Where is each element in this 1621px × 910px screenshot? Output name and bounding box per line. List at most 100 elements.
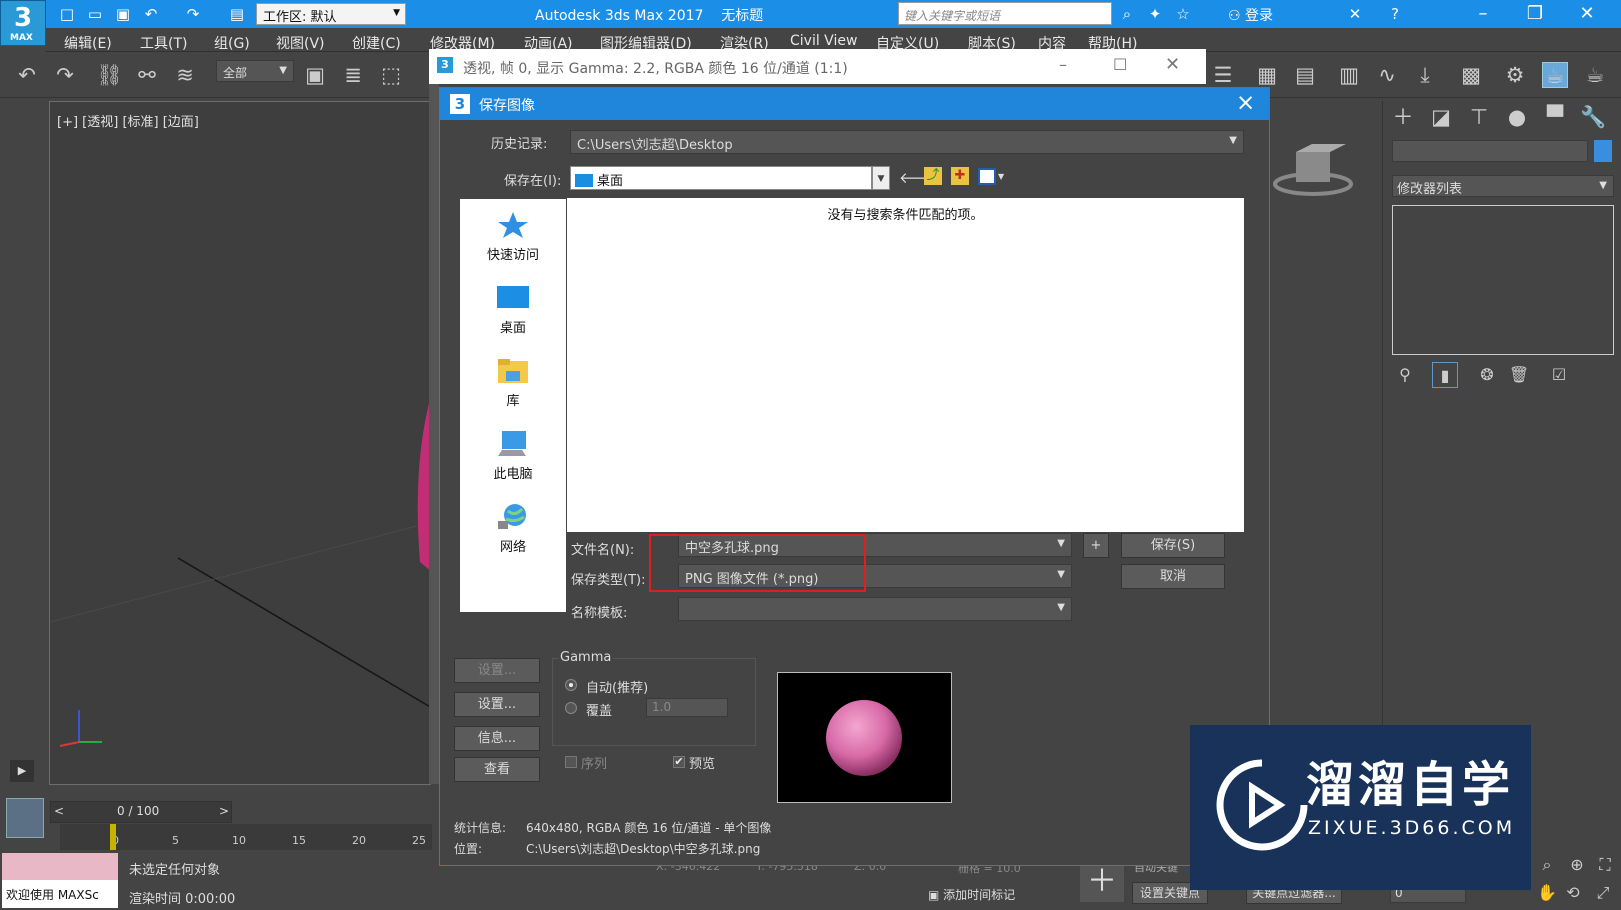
undo-icon[interactable]: ↶ — [14, 62, 40, 88]
redo-icon[interactable]: ↷ — [184, 5, 202, 23]
viewport-label[interactable]: [+] [透视] [标准] [边面] — [57, 111, 199, 130]
rendered-frame-icon[interactable]: ⚙ — [1502, 62, 1528, 88]
time-slider[interactable]: < 0 / 100 > — [50, 801, 232, 823]
menu-item[interactable]: 工具(T) — [140, 33, 187, 53]
play-button[interactable]: ▶ — [10, 760, 34, 782]
new-folder-icon[interactable]: ✚ — [951, 167, 969, 185]
render-setup-icon[interactable]: ▩ — [1458, 62, 1484, 88]
zoom-icon[interactable]: ⌕ — [1534, 852, 1560, 878]
select-by-name-icon[interactable]: ≣ — [340, 62, 366, 88]
restore-icon[interactable]: ❐ — [1518, 3, 1552, 24]
time-cursor[interactable] — [110, 824, 116, 850]
pan-view-icon[interactable]: ✋ — [1534, 880, 1560, 906]
add-suffix-button[interactable]: + — [1083, 533, 1109, 558]
save-file-icon[interactable]: ▣ — [114, 5, 132, 23]
new-file-icon[interactable]: □ — [58, 5, 76, 23]
project-icon[interactable]: ▤ — [228, 5, 246, 23]
scene-explorer-icon[interactable]: ☰ — [1210, 62, 1236, 88]
bind-space-warp-icon[interactable]: ≋ — [172, 62, 198, 88]
minimize-icon[interactable]: – — [1466, 3, 1500, 24]
setup-disabled-button[interactable]: 设置... — [454, 658, 540, 683]
close-icon[interactable]: ✕ — [1165, 54, 1180, 75]
open-file-icon[interactable]: ▭ — [86, 5, 104, 23]
info-button[interactable]: 信息... — [454, 726, 540, 751]
prev-frame-icon[interactable]: < — [54, 804, 64, 818]
cancel-button[interactable]: 取消 — [1121, 564, 1225, 589]
maxscript-listener[interactable] — [2, 853, 118, 881]
gamma-auto-radio[interactable] — [565, 679, 577, 691]
place-network[interactable]: 网络 — [460, 503, 566, 555]
up-folder-icon[interactable]: ⤴ — [924, 167, 942, 185]
view-button[interactable]: 查看 — [454, 757, 540, 782]
zoom-all-icon[interactable]: ⊕ — [1564, 852, 1590, 878]
orbit-icon[interactable]: ⟲ — [1560, 880, 1586, 906]
next-frame-icon[interactable]: > — [219, 804, 229, 818]
close-icon[interactable]: ✕ — [1570, 3, 1604, 24]
history-select[interactable]: C:\Users\刘志超\Desktop ▼ — [570, 130, 1244, 154]
exchange-x-icon[interactable]: ✕ — [1346, 5, 1364, 23]
select-object-icon[interactable]: ▣ — [302, 62, 328, 88]
view-menu-arrow-icon[interactable]: ▼ — [998, 172, 1004, 181]
binoculars-icon[interactable]: ⌕ — [1118, 5, 1136, 23]
utilities-tab-icon[interactable]: 🔧 — [1580, 104, 1606, 130]
unlink-icon[interactable]: ⚯ — [134, 62, 160, 88]
selection-filter-select[interactable]: 全部 ▼ — [216, 60, 294, 82]
object-color-swatch[interactable] — [1594, 140, 1612, 162]
help-icon[interactable]: ? — [1386, 5, 1404, 23]
favorites-star-icon[interactable]: ☆ — [1174, 5, 1192, 23]
undo-icon[interactable]: ↶ — [142, 5, 160, 23]
save-in-dropdown-arrow[interactable]: ▼ — [872, 166, 890, 190]
render-production-icon[interactable]: ☕ — [1542, 62, 1568, 88]
login-button[interactable]: ⚇ 登录 — [1228, 5, 1273, 25]
modifier-stack[interactable] — [1392, 205, 1614, 355]
track-bar[interactable]: 0510152025 — [60, 824, 432, 850]
menu-item[interactable]: 组(G) — [214, 33, 250, 53]
display-tab-icon[interactable]: ▀ — [1542, 104, 1568, 130]
configure-sets-icon[interactable]: ☑ — [1546, 362, 1572, 388]
place-this-pc[interactable]: 此电脑 — [460, 430, 566, 482]
material-editor-icon[interactable]: ⤓ — [1412, 62, 1438, 88]
close-icon[interactable]: × — [1236, 90, 1255, 116]
show-end-result-icon[interactable]: ▮ — [1432, 362, 1458, 388]
hierarchy-tab-icon[interactable]: ⊤ — [1466, 104, 1492, 130]
curve-editor-icon[interactable]: ∿ — [1374, 62, 1400, 88]
modifier-list-select[interactable]: 修改器列表 ▼ — [1392, 175, 1614, 197]
rendered-frame-window-titlebar[interactable]: 3 透视, 帧 0, 显示 Gamma: 2.2, RGBA 颜色 16 位/通… — [429, 49, 1206, 84]
welcome-text[interactable]: 欢迎使用 MAXSc — [2, 880, 118, 908]
workspace-select[interactable]: 工作区: 默认 ▼ — [256, 3, 406, 25]
motion-tab-icon[interactable]: ● — [1504, 104, 1530, 130]
save-in-select[interactable]: 桌面 — [570, 166, 872, 190]
add-time-tag[interactable]: ▣ 添加时间标记 — [928, 886, 1015, 903]
gamma-override-radio[interactable] — [565, 702, 577, 714]
subscription-icon[interactable]: ✦ — [1146, 5, 1164, 23]
pin-stack-icon[interactable]: ⚲ — [1392, 362, 1418, 388]
zoom-extents-icon[interactable]: ⛶ — [1592, 852, 1618, 878]
menu-item[interactable]: 视图(V) — [276, 33, 325, 53]
menu-item[interactable]: 创建(C) — [352, 33, 401, 53]
rect-selection-icon[interactable]: ⬚ — [378, 62, 404, 88]
layer-explorer-icon[interactable]: ▦ — [1254, 62, 1280, 88]
place-quick-access[interactable]: 快速访问 — [460, 211, 566, 263]
menu-item[interactable]: Civil View — [790, 33, 857, 49]
link-icon[interactable]: ⛓ — [96, 62, 123, 88]
ribbon-toggle-icon[interactable]: ▤ — [1292, 62, 1318, 88]
name-template-select[interactable]: ▼ — [678, 597, 1072, 621]
maximize-icon[interactable]: ☐ — [1113, 55, 1127, 74]
app-logo[interactable]: 3 MAX — [0, 0, 46, 46]
preview-checkbox[interactable]: ✔ — [673, 756, 685, 768]
create-tab-icon[interactable]: ＋ — [1390, 104, 1416, 130]
remove-modifier-icon[interactable]: 🗑 — [1506, 362, 1532, 388]
schematic-view-icon[interactable]: ▥ — [1336, 62, 1362, 88]
file-list[interactable]: 没有与搜索条件匹配的项。 — [567, 198, 1244, 532]
object-name-input[interactable] — [1392, 140, 1588, 162]
place-desktop[interactable]: 桌面 — [460, 284, 566, 336]
minimize-icon[interactable]: – — [1059, 55, 1067, 74]
redo-icon[interactable]: ↷ — [52, 62, 78, 88]
perspective-viewport[interactable] — [49, 101, 432, 785]
set-key-icon[interactable]: ＋ — [1080, 862, 1124, 902]
place-libraries[interactable]: 库 — [460, 357, 566, 409]
sequence-checkbox[interactable] — [565, 756, 577, 768]
viewcube[interactable] — [1272, 142, 1354, 200]
modify-tab-icon[interactable]: ◪ — [1428, 104, 1454, 130]
save-button[interactable]: 保存(S) — [1121, 533, 1225, 558]
